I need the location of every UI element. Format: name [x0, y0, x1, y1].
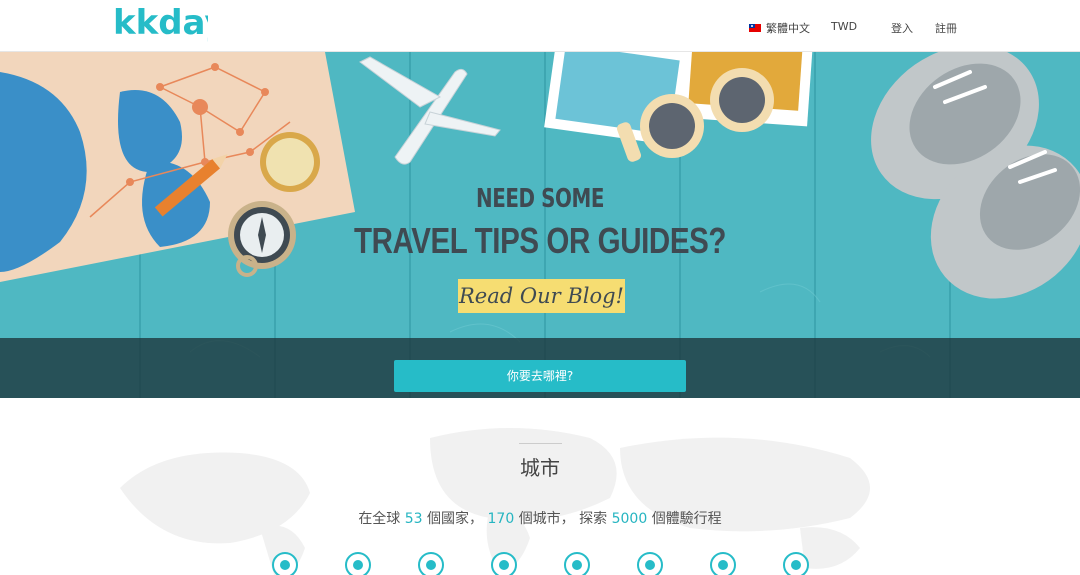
- where-to-go-button[interactable]: 你要去哪裡?: [394, 360, 686, 392]
- experiences-count: 5000: [611, 511, 648, 527]
- site-header: kkday 繁體中文 TWD 登入 註冊: [0, 0, 1080, 52]
- search-band: 你要去哪裡?: [0, 338, 1080, 398]
- world-map-background: [120, 428, 870, 575]
- cities-section: 城市 在全球 53 個國家， 170 個城市， 探索 5000 個體驗行程: [0, 398, 1080, 575]
- experiences-unit: 個體驗行程: [651, 511, 722, 527]
- login-label: 登入: [891, 22, 913, 35]
- cities-unit: 個城市，: [518, 511, 575, 527]
- section-divider: [519, 443, 562, 444]
- city-marker-2[interactable]: [345, 552, 371, 575]
- city-marker-7[interactable]: [710, 552, 736, 575]
- cities-count: 170: [487, 511, 515, 527]
- city-marker-1[interactable]: [272, 552, 298, 575]
- login-link[interactable]: 登入: [891, 20, 913, 36]
- city-marker-3[interactable]: [418, 552, 444, 575]
- currency-selector[interactable]: TWD: [831, 20, 857, 33]
- hero-title-line2: TRAVEL TIPS OR GUIDES?: [353, 220, 727, 261]
- countries-unit: 個國家，: [427, 511, 484, 527]
- register-link[interactable]: 註冊: [935, 20, 957, 36]
- city-marker-4[interactable]: [491, 552, 517, 575]
- city-marker-5[interactable]: [564, 552, 590, 575]
- hero-title-line1: NEED SOME: [475, 184, 605, 214]
- register-label: 註冊: [935, 22, 957, 35]
- explore-label: 探索: [579, 511, 608, 527]
- countries-count: 53: [404, 511, 423, 527]
- currency-label: TWD: [831, 20, 858, 33]
- logo-text: kkday: [113, 4, 208, 43]
- kkday-logo[interactable]: kkday: [113, 4, 208, 48]
- city-marker-8[interactable]: [783, 552, 809, 575]
- stats-prefix: 在全球: [358, 511, 401, 527]
- read-blog-button[interactable]: Read Our Blog!: [458, 279, 625, 313]
- language-selector[interactable]: 繁體中文: [749, 20, 810, 36]
- city-marker-6[interactable]: [637, 552, 663, 575]
- hero-banner: NEED SOME TRAVEL TIPS OR GUIDES? Read Ou…: [0, 52, 1080, 398]
- cities-title: 城市: [520, 456, 560, 480]
- cities-stats: 在全球 53 個國家， 170 個城市， 探索 5000 個體驗行程: [0, 508, 1080, 528]
- taiwan-flag-icon: [749, 24, 761, 32]
- language-label: 繁體中文: [766, 22, 810, 35]
